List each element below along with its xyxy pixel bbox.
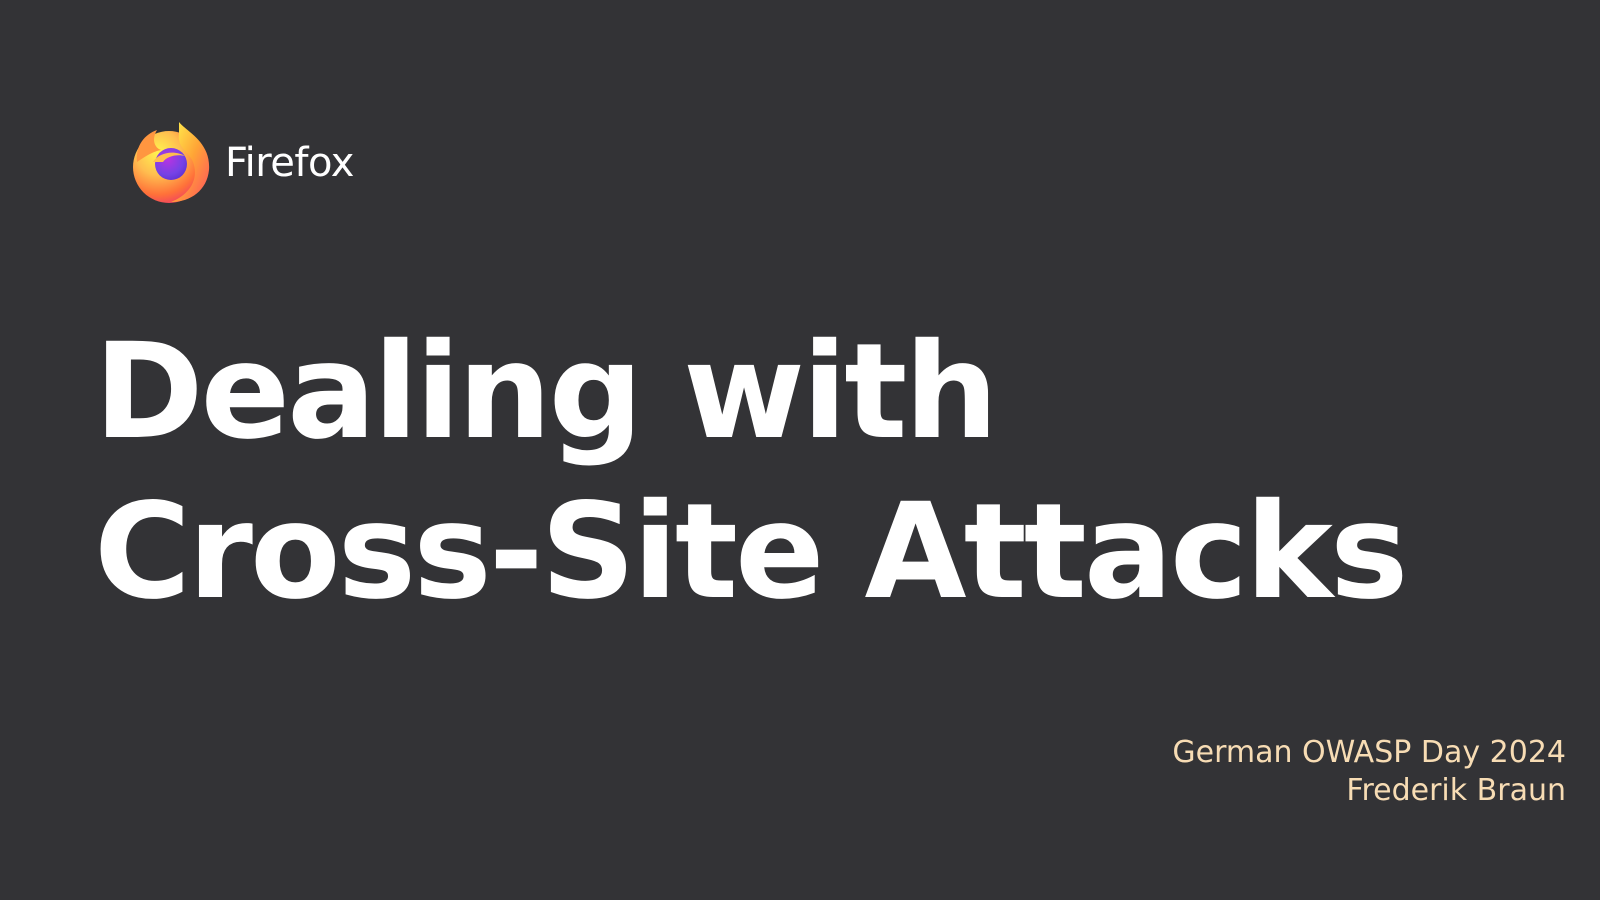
slide-title: Dealing with Cross-Site Attacks xyxy=(94,312,1409,632)
author-name: Frederik Braun xyxy=(1346,773,1566,808)
event-name: German OWASP Day 2024 xyxy=(1172,735,1566,770)
brand-name: Firefox xyxy=(225,140,354,186)
title-line-2: Cross-Site Attacks xyxy=(94,475,1409,629)
firefox-logo-icon xyxy=(133,122,210,203)
title-slide: Firefox Dealing with Cross-Site Attacks … xyxy=(0,0,1600,900)
presentation-meta: German OWASP Day 2024 Frederik Braun xyxy=(1172,734,1566,810)
brand-header: Firefox xyxy=(131,122,354,204)
title-line-1: Dealing with xyxy=(94,315,998,469)
